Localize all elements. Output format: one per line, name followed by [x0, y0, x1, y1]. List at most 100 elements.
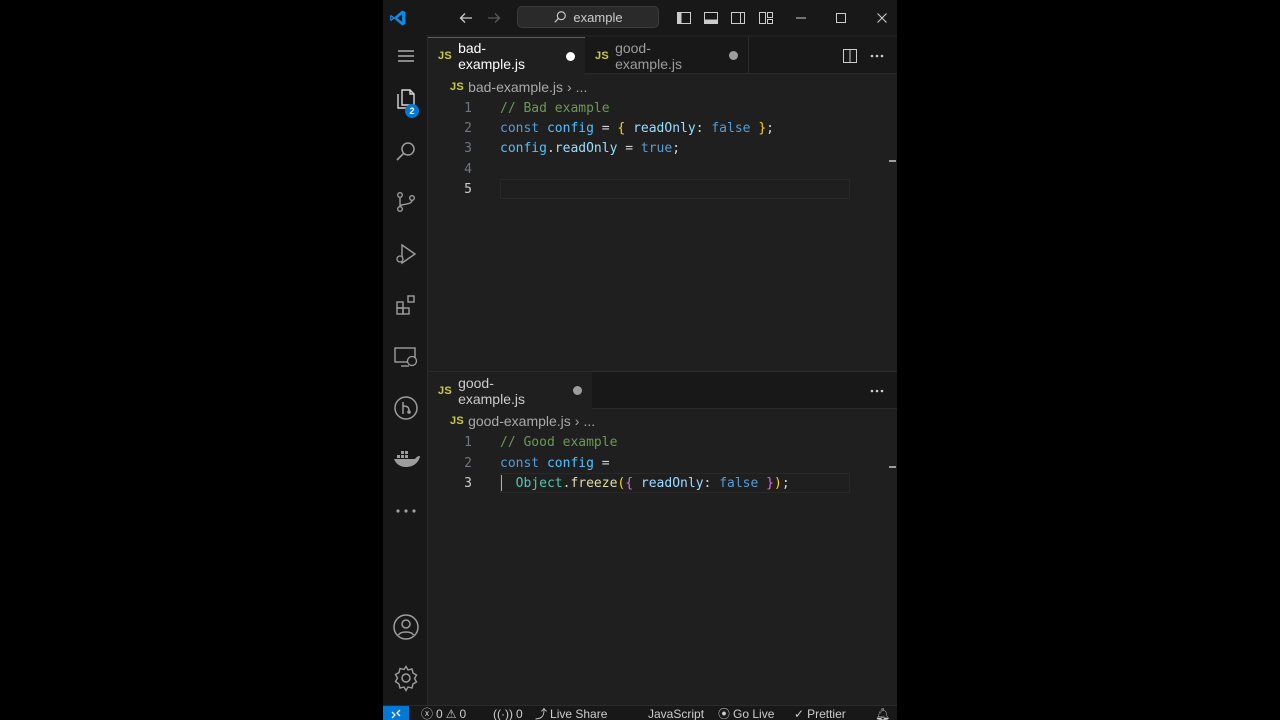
git-graph-icon[interactable]: [383, 384, 428, 432]
breadcrumb: JS good-example.js › ...: [428, 409, 897, 433]
code-token: config: [500, 140, 547, 156]
accounts-icon[interactable]: [383, 603, 428, 651]
split-editor-icon[interactable]: [839, 37, 861, 74]
breadcrumb: JS bad-example.js › ...: [428, 75, 897, 99]
problems-indicator[interactable]: ⓧ 0 ⚠ 0: [421, 706, 466, 720]
line-number: 3: [464, 475, 472, 491]
command-center-search[interactable]: example: [517, 6, 659, 28]
search-text: example: [573, 9, 623, 25]
code-token: // Bad example: [500, 100, 610, 116]
customize-layout-icon[interactable]: [755, 0, 777, 35]
go-live-button[interactable]: ⦿ Go Live: [718, 706, 774, 720]
warning-count: 0: [459, 706, 467, 720]
chevron-right-icon: ›: [574, 413, 580, 429]
language-mode[interactable]: JavaScript: [648, 706, 704, 720]
js-file-icon: JS: [450, 415, 465, 427]
js-file-icon: JS: [438, 50, 453, 62]
code-token: config: [546, 455, 594, 471]
code-token: .: [546, 140, 555, 156]
code-text: config.readOnly = true;: [500, 141, 680, 156]
tab-good-example[interactable]: JS good-example.js: [428, 372, 592, 409]
remote-explorer-icon[interactable]: [383, 333, 428, 381]
menu-icon[interactable]: [383, 32, 428, 80]
vscode-window: example 2 JS bad-example.js JS good-exam…: [383, 0, 897, 720]
tab-label: bad-example.js: [458, 40, 525, 72]
code-token: freeze: [570, 475, 618, 491]
language-label: JavaScript: [648, 706, 705, 720]
code-token: readOnly: [554, 140, 618, 156]
code-text: // Bad example: [500, 101, 610, 116]
toggle-secondary-sidebar-icon[interactable]: [727, 0, 749, 35]
more-actions-icon[interactable]: [866, 372, 888, 409]
breadcrumb-file[interactable]: good-example.js: [468, 413, 571, 429]
code-token: ;: [781, 475, 790, 491]
breadcrumb-file[interactable]: bad-example.js: [468, 79, 563, 95]
maximize-icon[interactable]: [828, 0, 854, 35]
warning-icon: ⚠: [445, 706, 457, 720]
error-count: 0: [436, 706, 443, 720]
explorer-icon[interactable]: 2: [383, 75, 428, 123]
more-actions-icon[interactable]: [866, 37, 888, 74]
status-bar: ⓧ 0 ⚠ 0 ((·)) 0 ⤴ Live Share JavaScript …: [383, 705, 897, 720]
tab-label: good-example.js: [615, 39, 682, 72]
editor-good-example[interactable]: 1 // Good example 2 const config = 3 Objec…: [428, 432, 897, 702]
code-token: config: [546, 120, 594, 136]
scrollbar-marker[interactable]: [889, 160, 896, 162]
js-file-icon: JS: [450, 81, 465, 93]
text-cursor: [501, 475, 502, 491]
code-token: readOnly: [633, 475, 704, 491]
toggle-primary-sidebar-icon[interactable]: [673, 0, 695, 35]
source-control-icon[interactable]: [383, 178, 428, 226]
code-token: ;: [672, 140, 681, 156]
modified-dot-icon[interactable]: [729, 51, 738, 60]
code-line: 3 Object.freeze({ readOnly: false });: [428, 473, 828, 493]
error-icon: ⓧ: [421, 707, 434, 720]
ports-indicator[interactable]: ((·)) 0: [493, 706, 523, 720]
prettier-status[interactable]: ✓ Prettier: [794, 706, 846, 720]
forward-arrow-icon[interactable]: [483, 0, 505, 35]
code-token: false: [711, 120, 751, 136]
code-token: const: [500, 120, 547, 136]
minimize-icon[interactable]: [788, 0, 814, 35]
line-number: 2: [464, 455, 472, 471]
code-token: Object: [515, 475, 563, 491]
breadcrumb-more[interactable]: ...: [583, 413, 595, 429]
more-icon[interactable]: [383, 487, 428, 535]
toggle-panel-icon[interactable]: [700, 0, 722, 35]
code-line: 2 const config =: [428, 453, 828, 473]
run-debug-icon[interactable]: [383, 230, 428, 278]
extensions-icon[interactable]: [383, 281, 428, 329]
tab-label: good-example.js: [458, 374, 525, 407]
code-line: 4: [428, 159, 828, 179]
modified-dot-icon[interactable]: [573, 386, 582, 395]
settings-gear-icon[interactable]: [383, 654, 428, 702]
breadcrumb-more[interactable]: ...: [576, 79, 588, 95]
go-live-icon: ⦿: [718, 707, 731, 720]
editor-bad-example[interactable]: 1 // Bad example 2 const config = { readOn…: [428, 98, 897, 370]
close-icon[interactable]: [869, 0, 895, 35]
search-icon[interactable]: [383, 127, 428, 175]
code-token: const: [500, 455, 547, 471]
live-share-icon: ⤴: [535, 707, 548, 720]
top-editor-tabs: JS bad-example.js JS good-example.js: [428, 37, 897, 74]
code-line: 5: [428, 179, 828, 199]
explorer-badge: 2: [405, 104, 419, 118]
tab-bad-example[interactable]: JS bad-example.js: [428, 37, 585, 74]
go-live-label: Go Live: [733, 706, 775, 720]
code-text: const config =: [500, 456, 610, 471]
docker-icon[interactable]: [383, 435, 428, 483]
modified-dot-icon[interactable]: [566, 51, 575, 61]
line-number: 1: [464, 434, 472, 450]
notifications-bell-icon[interactable]: 🔔︎: [875, 706, 890, 720]
back-arrow-icon[interactable]: [455, 0, 477, 35]
code-token: :: [703, 475, 720, 491]
remote-indicator-icon[interactable]: [383, 706, 409, 720]
live-share-button[interactable]: ⤴ Live Share: [535, 706, 607, 720]
prettier-label: Prettier: [807, 706, 846, 720]
code-line: 2 const config = { readOnly: false };: [428, 118, 828, 138]
code-line: 1 // Bad example: [428, 98, 828, 118]
scrollbar-marker[interactable]: [889, 466, 896, 468]
tab-good-example[interactable]: JS good-example.js: [585, 37, 749, 74]
